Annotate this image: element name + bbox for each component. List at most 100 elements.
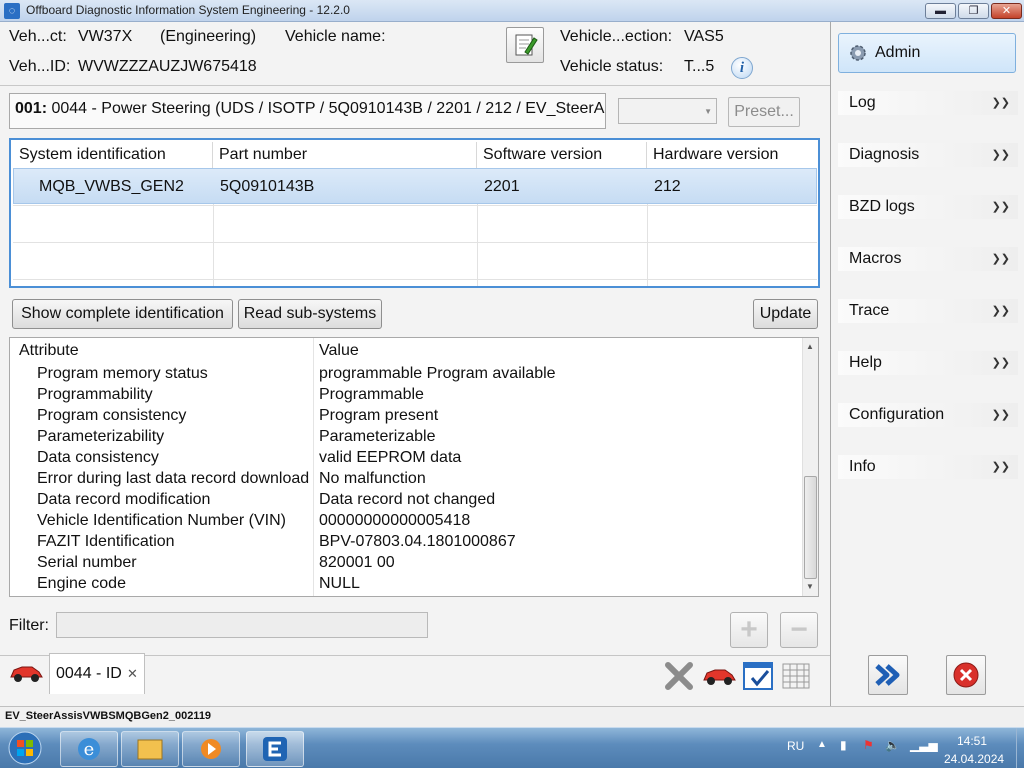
minimize-button[interactable]: ▬ — [925, 3, 956, 19]
read-sub-systems-button[interactable]: Read sub-systems — [238, 299, 382, 329]
edit-vehicle-button[interactable] — [506, 27, 544, 63]
car-tab-icon[interactable] — [8, 659, 44, 691]
clock-date[interactable]: 24.04.2024 — [944, 752, 1004, 766]
sidebar-item-diagnosis[interactable]: Diagnosis ❯❯ — [838, 143, 1018, 167]
attribute-name: Parameterizability — [37, 428, 165, 445]
language-indicator[interactable]: RU — [787, 739, 804, 753]
column-header[interactable]: Value — [310, 338, 359, 361]
exit-button[interactable] — [946, 655, 986, 695]
sidebar-item-info[interactable]: Info ❯❯ — [838, 455, 1018, 479]
attribute-row[interactable]: Program consistency Program present — [10, 405, 801, 426]
preset-button[interactable]: Preset... — [728, 97, 800, 127]
column-header[interactable]: System identification — [13, 142, 213, 168]
attribute-name: Engine code — [37, 575, 126, 592]
title-bar: ◌ Offboard Diagnostic Information System… — [0, 0, 1024, 22]
attribute-row[interactable]: Engine code NULL — [10, 573, 801, 594]
attribute-row[interactable]: Serial number 820001 00 — [10, 552, 801, 573]
header-divider — [0, 85, 830, 86]
vehicle-name-label: Vehicle name: — [285, 28, 386, 45]
sidebar-item-log[interactable]: Log ❯❯ — [838, 91, 1018, 115]
forward-button[interactable] — [868, 655, 908, 695]
media-player-icon — [201, 739, 221, 759]
network-icon[interactable]: ▁▃▅ — [910, 738, 938, 752]
attribute-name: Programmability — [37, 386, 153, 403]
attribute-row[interactable]: Parameterizability Parameterizable — [10, 426, 801, 447]
sidebar-item-label: Log — [849, 94, 876, 111]
taskbar-media-player[interactable] — [182, 731, 240, 767]
sidebar-item-label: Macros — [849, 250, 902, 267]
column-header[interactable]: Software version — [477, 142, 647, 168]
ecu-select[interactable]: ▼ — [618, 98, 717, 124]
column-header[interactable]: Hardware version — [647, 142, 817, 168]
attribute-row[interactable]: FAZIT Identification BPV-07803.04.1801000… — [10, 531, 801, 552]
chevron-down-icon: ❯❯ — [991, 201, 1010, 213]
battery-icon[interactable]: ▮ — [840, 738, 847, 752]
sidebar-item-label: Info — [849, 458, 876, 475]
sidebar-item-trace[interactable]: Trace ❯❯ — [838, 299, 1018, 323]
taskbar-explorer[interactable] — [121, 731, 179, 767]
sidebar-item-macros[interactable]: Macros ❯❯ — [838, 247, 1018, 271]
tab-0044-id[interactable]: 0044 - ID ✕ — [49, 653, 145, 694]
ecu-description-field: 001: 0044 - Power Steering (UDS / ISOTP … — [9, 93, 606, 129]
connection-value: VAS5 — [684, 28, 724, 45]
show-desktop-button[interactable] — [1016, 728, 1024, 768]
admin-button[interactable]: Admin — [838, 33, 1016, 73]
attribute-row[interactable]: Data record modification Data record not … — [10, 489, 801, 510]
grid-icon[interactable] — [781, 660, 813, 696]
vehicle-project-value: VW37X — [78, 28, 133, 45]
sidebar-item-label: Configuration — [849, 406, 945, 423]
remove-filter-button[interactable]: − — [780, 612, 818, 648]
restore-button[interactable]: ❐ — [958, 3, 989, 19]
sidebar-item-label: Help — [849, 354, 882, 371]
filter-label: Filter: — [9, 617, 49, 634]
attribute-value: valid EEPROM data — [319, 449, 462, 466]
attribute-value: NULL — [319, 575, 360, 592]
disconnect-icon[interactable] — [663, 660, 695, 696]
show-hidden-icons-icon[interactable]: ▲ — [817, 739, 827, 750]
add-filter-button[interactable]: + — [730, 612, 768, 648]
sidebar-item-bzd-logs[interactable]: BZD logs ❯❯ — [838, 195, 1018, 219]
attribute-value: BPV-07803.04.1801000867 — [319, 533, 516, 550]
checked-window-icon[interactable] — [742, 660, 774, 696]
attribute-value: programmable Program available — [319, 365, 556, 382]
volume-icon[interactable]: 🔈 — [885, 738, 900, 752]
action-center-icon[interactable]: ⚑ — [863, 738, 874, 752]
attribute-row[interactable]: Data consistency valid EEPROM data — [10, 447, 801, 468]
column-header[interactable]: Attribute — [10, 338, 79, 361]
taskbar-odis[interactable] — [246, 731, 304, 767]
clock-time[interactable]: 14:51 — [957, 734, 987, 748]
table-row[interactable]: MQB_VWBS_GEN2 5Q0910143B 2201 212 — [13, 168, 817, 204]
table-row-empty — [13, 242, 817, 278]
filter-input[interactable] — [56, 612, 428, 638]
attribute-row[interactable]: Vehicle Identification Number (VIN) 00000… — [10, 510, 801, 531]
attribute-value: Parameterizable — [319, 428, 436, 445]
attribute-table: Attribute Value Program memory status pro… — [9, 337, 819, 597]
close-circle-icon — [953, 662, 979, 688]
vehicle-icon[interactable] — [701, 662, 737, 694]
attribute-row[interactable]: Error during last data record download No… — [10, 468, 801, 489]
close-tab-icon[interactable]: ✕ — [127, 654, 138, 694]
column-header[interactable]: Part number — [213, 142, 477, 168]
update-button[interactable]: Update — [753, 299, 818, 329]
software-version-cell: 2201 — [484, 178, 520, 195]
attribute-name: Data record modification — [37, 491, 211, 508]
sidebar-item-configuration[interactable]: Configuration ❯❯ — [838, 403, 1018, 427]
show-complete-identification-button[interactable]: Show complete identification — [12, 299, 233, 329]
info-icon[interactable]: i — [731, 57, 753, 79]
start-button[interactable] — [2, 730, 48, 766]
scrollbar-thumb[interactable] — [804, 476, 817, 579]
scroll-up-icon[interactable]: ▲ — [806, 342, 814, 351]
attribute-name: Error during last data record download — [37, 470, 310, 487]
table-row-empty — [13, 279, 817, 286]
scroll-down-icon[interactable]: ▼ — [806, 582, 814, 591]
attribute-value: Programmable — [319, 386, 424, 403]
part-number-cell: 5Q0910143B — [220, 178, 315, 195]
attribute-row[interactable]: Program memory status programmable Progra… — [10, 363, 801, 384]
taskbar-ie[interactable]: e — [60, 731, 118, 767]
window-close-button[interactable]: ✕ — [991, 3, 1022, 19]
chevron-down-icon: ❯❯ — [991, 305, 1010, 317]
attribute-row[interactable]: Programmability Programmable — [10, 384, 801, 405]
notepad-edit-icon — [515, 34, 538, 56]
folder-icon — [137, 739, 163, 760]
sidebar-item-help[interactable]: Help ❯❯ — [838, 351, 1018, 375]
